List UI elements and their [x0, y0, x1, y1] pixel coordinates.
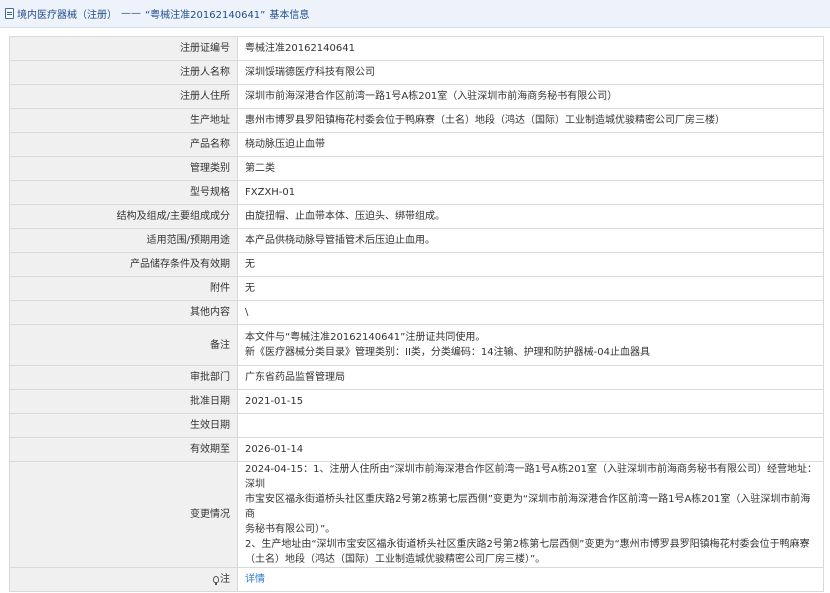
table-row: 注 详情 — [9, 567, 824, 592]
field-label: 变更情况 — [9, 461, 238, 568]
field-value-registrant: 深圳馁瑞德医疗科技有限公司 — [237, 60, 824, 85]
field-label: 有效期至 — [9, 437, 238, 462]
field-value-effective-date — [237, 413, 824, 438]
field-value-registrant-address: 深圳市前海深港合作区前湾一路1号A栋201室（入驻深圳市前海商务秘书有限公司） — [237, 84, 824, 109]
breadcrumb-current: “粤械注准20162140641” — [145, 10, 266, 21]
breadcrumb-separator: —— — [121, 8, 141, 19]
field-label: 管理类别 — [9, 156, 238, 181]
changes-line: （土名）地段（鸿达（国际）工业制造城优骏精密公司厂房三楼）”。 — [245, 554, 546, 565]
field-label: 注册人名称 — [9, 60, 238, 85]
field-label: 其他内容 — [9, 300, 238, 325]
field-label: 审批部门 — [9, 365, 238, 390]
table-row: 产品储存条件及有效期 无 — [9, 252, 824, 277]
table-row: 管理类别 第二类 — [9, 156, 824, 181]
changes-line: 务秘书有限公司）”。 — [245, 524, 336, 535]
table-row: 注册人住所 深圳市前海深港合作区前湾一路1号A栋201室（入驻深圳市前海商务秘书… — [9, 84, 824, 109]
breadcrumb-suffix: 基本信息 — [269, 10, 310, 21]
field-label: 注册人住所 — [9, 84, 238, 109]
table-row: 生效日期 — [9, 413, 824, 438]
table-row: 生产地址 惠州市博罗县罗阳镇梅花村委会位于鸭麻寮（土名）地段（鸿达（国际）工业制… — [9, 108, 824, 133]
field-value-scope: 本产品供桡动脉导管插管术后压迫止血用。 — [237, 228, 824, 253]
field-label: 产品名称 — [9, 132, 238, 157]
table-row: 注册人名称 深圳馁瑞德医疗科技有限公司 — [9, 60, 824, 85]
field-value-remarks: 本文件与“粤械注准20162140641”注册证共同使用。 新《医疗器械分类目录… — [237, 324, 824, 366]
remarks-line: 本文件与“粤械注准20162140641”注册证共同使用。 — [245, 332, 486, 343]
field-value-composition: 由旋扭帽、止血带本体、压迫头、绑带组成。 — [237, 204, 824, 229]
field-value-production-address: 惠州市博罗县罗阳镇梅花村委会位于鸭麻寮（土名）地段（鸿达（国际）工业制造城优骏精… — [237, 108, 824, 133]
info-table: 注册证编号 粤械注准20162140641 注册人名称 深圳馁瑞德医疗科技有限公… — [9, 36, 824, 592]
table-row: 注册证编号 粤械注准20162140641 — [9, 36, 824, 61]
field-value-approval-dept: 广东省药品监督管理局 — [237, 365, 824, 390]
field-label: 型号规格 — [9, 180, 238, 205]
field-value-approval-date: 2021-01-15 — [237, 389, 824, 414]
table-row: 有效期至 2026-01-14 — [9, 437, 824, 462]
table-row: 审批部门 广东省药品监督管理局 — [9, 365, 824, 390]
field-label: 批准日期 — [9, 389, 238, 414]
table-row: 适用范围/预期用途 本产品供桡动脉导管插管术后压迫止血用。 — [9, 228, 824, 253]
note-label-cell: 注 — [9, 567, 238, 592]
field-value-attachment: 无 — [237, 276, 824, 301]
field-value-expiry-date: 2026-01-14 — [237, 437, 824, 462]
field-value-category: 第二类 — [237, 156, 824, 181]
document-icon — [5, 8, 14, 19]
field-value-model: FXZXH-01 — [237, 180, 824, 205]
field-label: 附件 — [9, 276, 238, 301]
table-row: 变更情况 2024-04-15：1、注册人住所由“深圳市前海深港合作区前湾一路1… — [9, 461, 824, 568]
changes-line: 2、生产地址由“深圳市宝安区福永街道桥头社区重庆路2号第2栋第七层西侧”变更为“… — [245, 539, 810, 550]
table-row: 批准日期 2021-01-15 — [9, 389, 824, 414]
field-label: 注册证编号 — [9, 36, 238, 61]
remarks-line: 新《医疗器械分类目录》管理类别：II类，分类编码：14注输、护理和防护器械-04… — [245, 347, 650, 358]
table-row: 产品名称 桡动脉压迫止血带 — [9, 132, 824, 157]
field-value-product-name: 桡动脉压迫止血带 — [237, 132, 824, 157]
field-value-changes: 2024-04-15：1、注册人住所由“深圳市前海深港合作区前湾一路1号A栋20… — [237, 461, 824, 568]
field-label: 备注 — [9, 324, 238, 366]
lightbulb-icon — [213, 576, 219, 585]
breadcrumb: 境内医疗器械（注册） —— “粤械注准20162140641” 基本信息 — [0, 0, 830, 28]
details-link[interactable]: 详情 — [245, 574, 265, 585]
field-label: 生效日期 — [9, 413, 238, 438]
field-label: 结构及组成/主要组成成分 — [9, 204, 238, 229]
table-row: 附件 无 — [9, 276, 824, 301]
field-label: 生产地址 — [9, 108, 238, 133]
table-row: 备注 本文件与“粤械注准20162140641”注册证共同使用。 新《医疗器械分… — [9, 324, 824, 366]
changes-line: 市宝安区福永街道桥头社区重庆路2号第2栋第七层西侧”变更为“深圳市前海深港合作区… — [245, 494, 811, 520]
field-label: 注 — [220, 574, 230, 585]
field-label: 产品储存条件及有效期 — [9, 252, 238, 277]
table-row: 其他内容 \ — [9, 300, 824, 325]
field-value-other: \ — [237, 300, 824, 325]
field-value-note: 详情 — [237, 567, 824, 592]
changes-line: 2024-04-15：1、注册人住所由“深圳市前海深港合作区前湾一路1号A栋20… — [245, 464, 817, 490]
table-row: 型号规格 FXZXH-01 — [9, 180, 824, 205]
table-row: 结构及组成/主要组成成分 由旋扭帽、止血带本体、压迫头、绑带组成。 — [9, 204, 824, 229]
breadcrumb-home-link[interactable]: 境内医疗器械（注册） — [17, 6, 117, 21]
field-value-reg-no: 粤械注准20162140641 — [237, 36, 824, 61]
field-label: 适用范围/预期用途 — [9, 228, 238, 253]
field-value-storage: 无 — [237, 252, 824, 277]
